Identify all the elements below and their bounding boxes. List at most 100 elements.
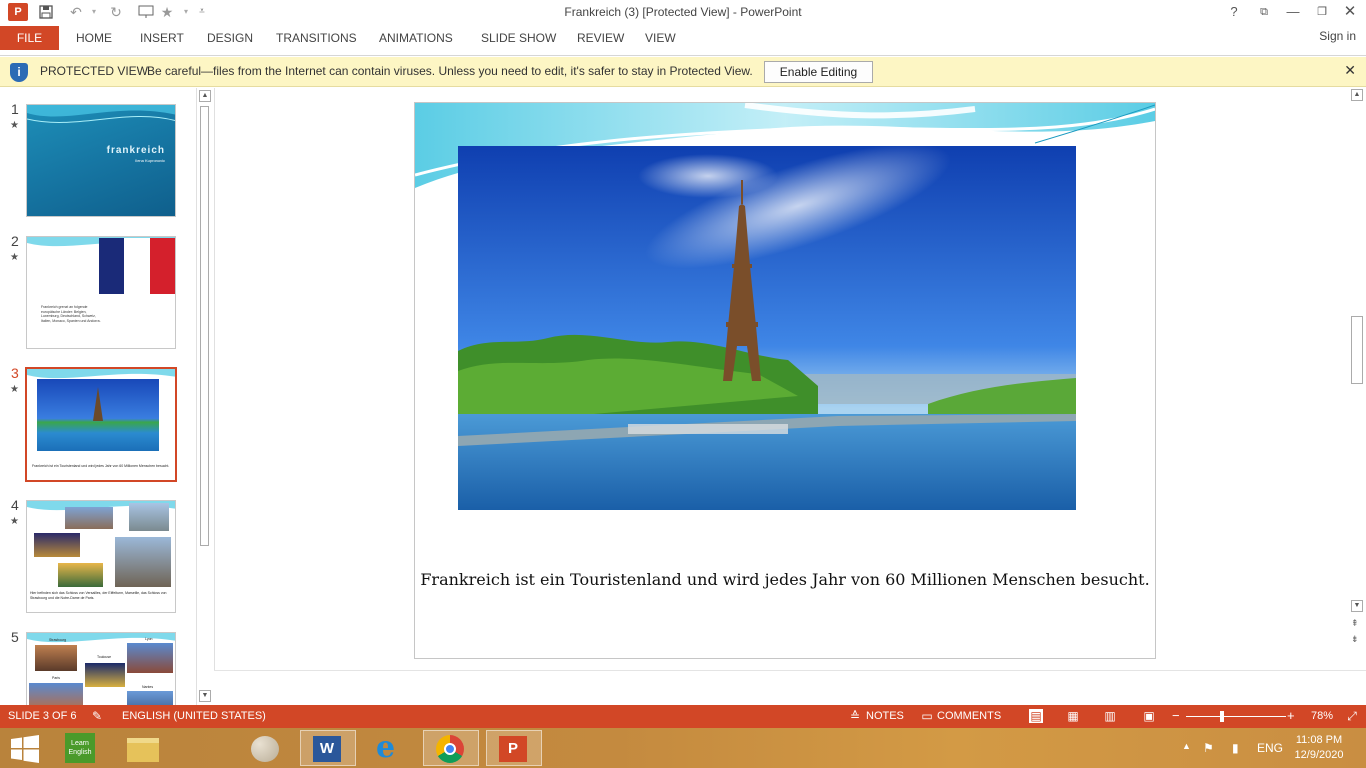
normal-view-icon[interactable]: ▤	[1029, 709, 1043, 723]
tab-design[interactable]: DESIGN	[207, 26, 253, 50]
restore-icon[interactable]: ❐	[1308, 0, 1336, 24]
action-center-icon[interactable]: ⚑	[1203, 741, 1214, 755]
thumb-city-label: Strasbourg	[49, 638, 67, 642]
zoom-slider-knob[interactable]	[1220, 711, 1224, 722]
thumb-city-label: Lyon	[145, 637, 153, 641]
powerpoint-app[interactable]: P	[486, 730, 542, 766]
close-message-bar-icon[interactable]: ✕	[1344, 62, 1356, 79]
start-button[interactable]	[0, 730, 50, 766]
paris-image	[29, 683, 83, 705]
tab-insert[interactable]: INSERT	[140, 26, 184, 50]
help-icon[interactable]: ?	[1220, 0, 1248, 24]
zoom-in-button[interactable]: +	[1287, 708, 1295, 723]
slide-thumbnail-4[interactable]: Hier befinden sich das Schloss von Versa…	[26, 500, 176, 613]
tab-review[interactable]: REVIEW	[577, 26, 624, 50]
zoom-out-button[interactable]: −	[1172, 708, 1180, 723]
slide-thumbnail-3[interactable]: Frankreich ist ein Touristenland und wir…	[25, 367, 177, 482]
slide-sorter-view-icon[interactable]: ▦	[1066, 709, 1080, 723]
scroll-up-arrow-icon[interactable]: ▲	[1351, 89, 1363, 101]
slide-thumbnail-1[interactable]: frankreich Ilena Kupronovic	[26, 104, 176, 217]
fit-slide-icon[interactable]: ⤢	[1345, 709, 1359, 723]
tab-view[interactable]: VIEW	[645, 26, 676, 50]
notes-icon[interactable]: ≙	[848, 709, 862, 723]
slide-editing-area: Frankreich ist ein Touristenland und wir…	[214, 88, 1348, 670]
title-bar: P ↶ ▾ ↻ ★ ▾ ⩡ Frankreich (3) [Protected …	[0, 0, 1366, 24]
enable-editing-button[interactable]: Enable Editing	[764, 61, 873, 83]
internet-explorer-app[interactable]: e	[364, 730, 420, 766]
redo-icon[interactable]: ↻	[106, 2, 126, 22]
eiffel-sunset-image	[58, 563, 103, 587]
animation-star-icon: ★	[10, 252, 19, 263]
current-slide[interactable]: Frankreich ist ein Touristenland und wir…	[414, 102, 1156, 659]
eiffel-tower-thumb-image	[37, 379, 159, 451]
sign-in-link[interactable]: Sign in	[1319, 26, 1356, 46]
powerpoint-icon: P	[499, 736, 527, 762]
thumb-title: frankreich	[106, 145, 165, 156]
powerpoint-logo-icon[interactable]: P	[8, 3, 28, 21]
tab-home[interactable]: HOME	[76, 26, 112, 50]
scroll-up-arrow-icon[interactable]: ▲	[199, 90, 211, 102]
scroll-down-arrow-icon[interactable]: ▼	[1351, 600, 1363, 612]
slide-thumbnail-2[interactable]: Frankreich grenzt an folgende europäisch…	[26, 236, 176, 349]
thumb-city-label: Toulouse	[97, 655, 112, 659]
input-language-indicator[interactable]: ENG	[1257, 741, 1283, 755]
tab-animations[interactable]: ANIMATIONS	[379, 26, 453, 50]
thumbnail-number: 1	[11, 101, 19, 117]
eiffel-tower-photo[interactable]	[458, 146, 1076, 510]
status-bar: SLIDE 3 OF 6 ✎ ENGLISH (UNITED STATES) ≙…	[0, 705, 1366, 728]
thumbnail-number: 5	[11, 629, 19, 645]
clock-date: 12/9/2020	[1294, 749, 1344, 761]
next-slide-icon[interactable]: ⇟	[1351, 634, 1359, 645]
ribbon-tabs: FILE HOME INSERT DESIGN TRANSITIONS ANIM…	[0, 24, 1366, 56]
toulouse-image	[85, 663, 125, 687]
previous-slide-icon[interactable]: ⇞	[1351, 618, 1359, 629]
learn-english-app[interactable]: Learn English	[58, 730, 114, 766]
comments-icon[interactable]: ▭	[920, 709, 934, 723]
save-icon[interactable]	[36, 2, 56, 22]
undo-dropdown-icon[interactable]: ▾	[84, 2, 104, 22]
show-hidden-icons-icon[interactable]: ▲	[1182, 741, 1191, 751]
undo-icon[interactable]: ↶	[66, 2, 86, 22]
minimize-icon[interactable]: —	[1279, 0, 1307, 24]
animation-star-icon: ★	[10, 384, 19, 395]
tab-slide-show[interactable]: SLIDE SHOW	[481, 26, 556, 50]
protected-view-bar: i PROTECTED VIEW Be careful—files from t…	[0, 57, 1366, 87]
word-icon: W	[313, 736, 341, 762]
reading-view-icon[interactable]: ▥	[1103, 709, 1117, 723]
customize-toolbar-icon[interactable]: ⩡	[192, 2, 212, 22]
slide-thumbnail-5[interactable]: Strasbourg Lyon Toulouse Paris Nantes	[26, 632, 176, 705]
paint-app[interactable]	[240, 730, 296, 766]
wave-decoration	[27, 105, 175, 123]
zoom-level[interactable]: 78%	[1311, 710, 1333, 722]
thumbnail-number: 4	[11, 497, 19, 513]
tab-transitions[interactable]: TRANSITIONS	[276, 26, 357, 50]
slide-show-view-icon[interactable]: ▣	[1142, 709, 1156, 723]
tab-file[interactable]: FILE	[0, 26, 59, 50]
battery-icon[interactable]: ▮	[1232, 741, 1239, 755]
comments-button[interactable]: COMMENTS	[937, 710, 1001, 722]
chrome-app[interactable]	[423, 730, 479, 766]
star-icon[interactable]: ★	[157, 2, 177, 22]
ribbon-display-options-icon[interactable]: ⧉	[1250, 0, 1278, 24]
thumbnails-scrollbar[interactable]: ▲ ▼	[196, 88, 212, 705]
spelling-check-icon[interactable]: ✎	[90, 709, 104, 723]
presentation-from-start-icon[interactable]	[136, 2, 156, 22]
close-icon[interactable]: ✕	[1336, 0, 1364, 24]
notre-dame-image	[115, 537, 171, 587]
slide-caption[interactable]: Frankreich ist ein Touristenland und wir…	[415, 570, 1155, 589]
editing-area-footer	[214, 670, 1366, 705]
slide-scrollbar[interactable]: ▲ ▼ ⇞ ⇟	[1348, 88, 1366, 670]
notes-button[interactable]: NOTES	[866, 710, 904, 722]
system-clock[interactable]: 11:08 PM 12/9/2020	[1282, 733, 1356, 763]
thumb-city-label: Nantes	[142, 685, 154, 689]
zoom-slider[interactable]	[1186, 716, 1286, 717]
palace-image	[34, 533, 80, 557]
file-explorer-app[interactable]	[118, 730, 174, 766]
word-app[interactable]: W	[300, 730, 356, 766]
language-indicator[interactable]: ENGLISH (UNITED STATES)	[122, 710, 266, 722]
thumb-subtitle: Ilena Kupronovic	[135, 158, 165, 163]
scrollbar-thumb[interactable]	[1351, 316, 1363, 384]
scrollbar-thumb[interactable]	[200, 106, 209, 546]
scroll-down-arrow-icon[interactable]: ▼	[199, 690, 211, 702]
protected-view-message: Be careful—files from the Internet can c…	[147, 64, 753, 78]
